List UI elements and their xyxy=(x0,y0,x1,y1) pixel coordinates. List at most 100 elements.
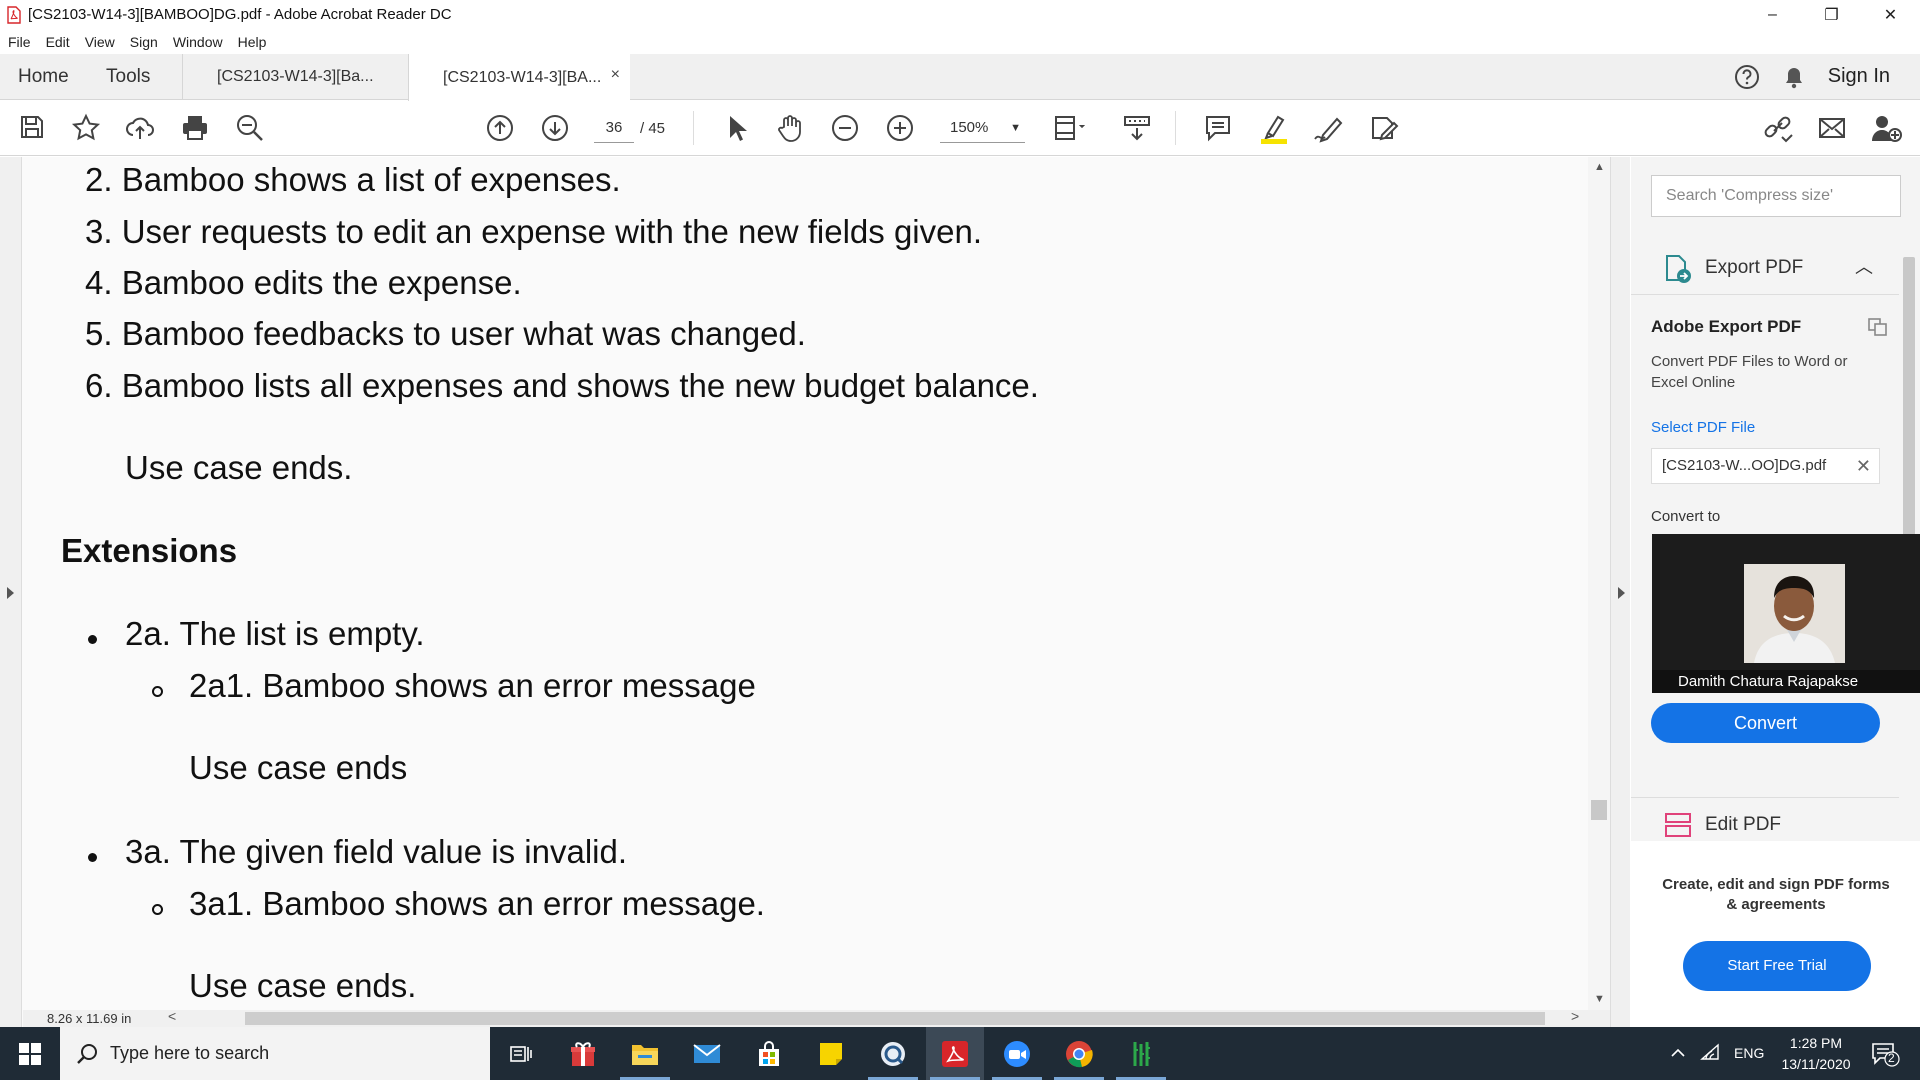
upload-icon[interactable] xyxy=(125,113,155,143)
email-icon[interactable] xyxy=(1817,113,1847,143)
menu-edit[interactable]: Edit xyxy=(46,34,70,50)
language-indicator[interactable]: ENG xyxy=(1734,1045,1764,1061)
extension-3a1: 3a1. Bamboo shows an error message. xyxy=(189,885,765,922)
close-window-button[interactable]: ✕ xyxy=(1861,0,1920,29)
export-pdf-label: Export PDF xyxy=(1705,257,1804,278)
page-total: / 45 xyxy=(640,120,666,137)
scroll-right-icon[interactable]: > xyxy=(1571,1008,1579,1024)
sign-in-button[interactable]: Sign In xyxy=(1828,65,1890,88)
tab-home[interactable]: Home xyxy=(18,54,106,99)
zoom-in-icon[interactable] xyxy=(885,113,915,143)
chevron-up-icon[interactable] xyxy=(1670,1045,1686,1061)
step-5: 5. Bamboo feedbacks to user what was cha… xyxy=(85,315,806,352)
page-up-icon[interactable] xyxy=(485,113,515,143)
help-icon[interactable] xyxy=(1734,64,1760,90)
scroll-down-icon[interactable]: ▼ xyxy=(1594,993,1605,1005)
select-pdf-file-link[interactable]: Select PDF File xyxy=(1651,419,1755,436)
extension-2a: 2a. The list is empty. xyxy=(125,615,425,652)
copy-icon[interactable] xyxy=(1867,317,1889,337)
vertical-scroll-thumb[interactable] xyxy=(1591,800,1607,820)
chrome-icon[interactable] xyxy=(1050,1027,1108,1080)
menu-bar: File Edit View Sign Window Help xyxy=(0,29,1920,54)
taskbar-search-input[interactable]: Type here to search xyxy=(60,1027,490,1080)
select-arrow-icon[interactable] xyxy=(725,113,749,143)
document-tab-1[interactable]: [CS2103-W14-3][Ba... xyxy=(182,54,408,99)
edit-pdf-section[interactable]: Edit PDF xyxy=(1631,797,1899,841)
title-bar: [CS2103-W14-3][BAMBOO]DG.pdf - Adobe Acr… xyxy=(0,0,1920,29)
acrobat-app-icon xyxy=(6,5,22,24)
document-tab-2[interactable]: [CS2103-W14-3][BA... × xyxy=(408,54,630,101)
video-call-overlay[interactable]: Damith Chatura Rajapakse xyxy=(1652,534,1920,693)
clock-time: 1:28 PM xyxy=(1789,1035,1843,1051)
left-panel-toggle[interactable] xyxy=(0,157,22,1027)
save-icon[interactable] xyxy=(18,113,46,141)
star-icon[interactable] xyxy=(71,113,101,143)
sticky-notes-icon[interactable] xyxy=(802,1027,860,1080)
promo-text: Create, edit and sign PDF forms & agreem… xyxy=(1662,876,1890,913)
scroll-left-icon[interactable]: < xyxy=(168,1008,176,1024)
start-free-trial-button[interactable]: Start Free Trial xyxy=(1683,941,1871,991)
sign-pen-icon[interactable] xyxy=(1313,113,1345,143)
menu-view[interactable]: View xyxy=(85,34,115,50)
document-tab-2-label: [CS2103-W14-3][BA... xyxy=(443,68,602,86)
right-panel-toggle[interactable] xyxy=(1610,157,1630,1027)
maximize-button[interactable]: ❐ xyxy=(1802,0,1861,29)
minimize-button[interactable]: – xyxy=(1743,0,1802,29)
horizontal-scroll-thumb[interactable] xyxy=(245,1012,1545,1025)
scroll-up-icon[interactable]: ▲ xyxy=(1594,161,1605,173)
pdf-page[interactable]: 2. Bamboo shows a list of expenses. 3. U… xyxy=(23,157,1588,1010)
menu-sign[interactable]: Sign xyxy=(130,34,158,50)
scroll-mode-icon[interactable] xyxy=(1122,113,1152,143)
zoom-value: 150% xyxy=(950,119,989,136)
clock[interactable]: 1:28 PM 13/11/2020 xyxy=(1770,1033,1862,1075)
search-zoom-icon[interactable] xyxy=(235,113,265,143)
vertical-scrollbar[interactable]: ▲ ▼ xyxy=(1588,157,1610,1010)
mail-icon[interactable] xyxy=(678,1027,736,1080)
expand-left-arrow-icon xyxy=(7,587,14,599)
bamboo-app-icon[interactable] xyxy=(1112,1027,1170,1080)
extension-3a: 3a. The given field value is invalid. xyxy=(125,833,628,870)
comment-icon[interactable] xyxy=(1203,113,1233,143)
clock-date: 13/11/2020 xyxy=(1781,1056,1851,1072)
highlight-icon[interactable] xyxy=(1258,113,1290,145)
hand-icon[interactable] xyxy=(775,113,805,143)
share-link-icon[interactable] xyxy=(1762,113,1794,143)
bell-icon[interactable] xyxy=(1782,64,1806,90)
start-button[interactable] xyxy=(0,1027,60,1080)
acrobat-icon[interactable] xyxy=(926,1027,984,1080)
export-pdf-title: Adobe Export PDF xyxy=(1651,317,1802,336)
page-number-input[interactable]: 36 xyxy=(594,115,634,143)
export-pdf-section[interactable]: Export PDF ︿ xyxy=(1631,239,1899,295)
taskbar-search-placeholder: Type here to search xyxy=(110,1043,270,1063)
file-explorer-icon[interactable] xyxy=(616,1027,674,1080)
convert-button[interactable]: Convert xyxy=(1651,703,1880,743)
tools-search-input[interactable]: Search 'Compress size' xyxy=(1651,175,1901,217)
participant-video xyxy=(1744,564,1845,663)
fit-page-icon[interactable] xyxy=(1052,113,1088,143)
notification-center-icon[interactable]: 2 xyxy=(1870,1041,1900,1067)
menu-help[interactable]: Help xyxy=(238,34,267,50)
close-tab-icon[interactable]: × xyxy=(611,66,620,84)
page-down-icon[interactable] xyxy=(540,113,570,143)
bullet-dot xyxy=(88,853,97,862)
add-user-icon[interactable] xyxy=(1870,113,1902,143)
gift-app-icon[interactable] xyxy=(554,1027,612,1080)
store-icon[interactable] xyxy=(740,1027,798,1080)
tab-tools[interactable]: Tools xyxy=(106,54,182,99)
menu-window[interactable]: Window xyxy=(173,34,223,50)
zoom-icon[interactable] xyxy=(988,1027,1046,1080)
zoom-select[interactable]: 150% ▼ xyxy=(940,115,1025,143)
print-icon[interactable] xyxy=(180,113,210,143)
wifi-icon[interactable] xyxy=(1700,1043,1720,1061)
chevron-up-icon[interactable]: ︿ xyxy=(1855,253,1873,279)
task-view-icon[interactable] xyxy=(492,1027,550,1080)
zoom-out-icon[interactable] xyxy=(830,113,860,143)
selected-file-field[interactable]: [CS2103-W...OO]DG.pdf ✕ xyxy=(1651,448,1880,484)
menu-file[interactable]: File xyxy=(8,34,31,50)
use-case-ends-main: Use case ends. xyxy=(125,449,353,486)
magnifier-icon xyxy=(76,1043,98,1065)
remove-file-icon[interactable]: ✕ xyxy=(1856,449,1871,483)
selected-file-name: [CS2103-W...OO]DG.pdf xyxy=(1662,457,1827,474)
browser-q-icon[interactable] xyxy=(864,1027,922,1080)
edit-text-icon[interactable] xyxy=(1368,113,1400,143)
